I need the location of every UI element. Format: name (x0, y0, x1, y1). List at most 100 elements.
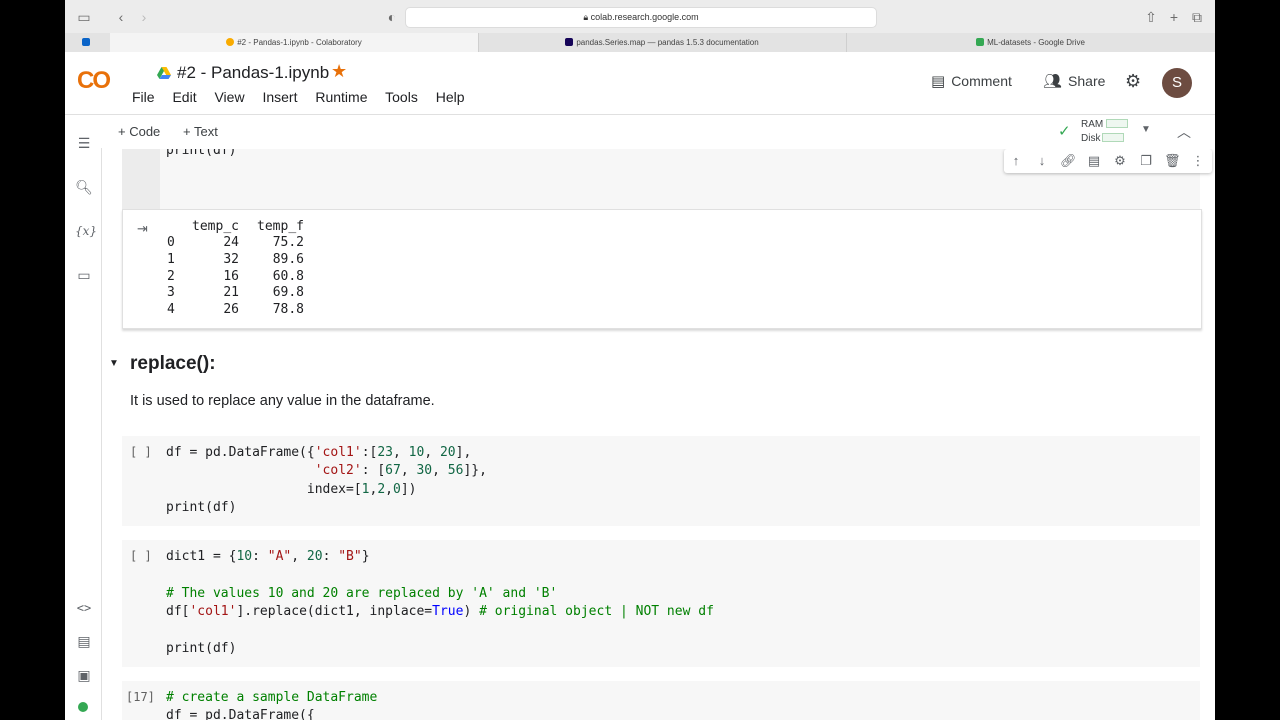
dataframe-output: temp_c temp_f 0 24 75.2 1 32 89.6 2 16 60.8 32… (167, 218, 304, 318)
code-line: # create a sample DataFrame (166, 690, 378, 705)
code-snippets-icon[interactable]: <> (75, 599, 93, 617)
search-icon[interactable]: 🔍︎ (75, 178, 93, 196)
forward-icon[interactable]: › (135, 8, 153, 26)
menu-view[interactable]: View (214, 89, 244, 105)
lock-icon: 🔒︎ (583, 12, 591, 22)
code-line: print(df) (166, 500, 237, 516)
notebook-title[interactable]: #2 - Pandas-1.ipynb (157, 63, 329, 83)
menu-tools[interactable]: Tools (385, 89, 418, 105)
cell-gutter (122, 149, 160, 209)
cell-toolbar: ↑ ↓ 🔗︎ ▤ ⚙ ❐ 🗑︎ ⋮ (1004, 149, 1212, 173)
code-cell[interactable]: [17] # create a sample DataFrame df = pd… (122, 681, 1200, 720)
code-line: # The values 10 and 20 are replaced by '… (166, 585, 558, 601)
table-row: 0 24 75.2 (167, 235, 304, 251)
move-up-icon[interactable]: ↑ (1008, 153, 1024, 169)
mirror-cell-icon[interactable]: ❐ (1138, 153, 1154, 169)
drive-favicon-icon (976, 38, 985, 46)
tab-title: pandas.Series.map — pandas 1.5.3 documen… (576, 38, 759, 47)
gear-icon[interactable]: ⚙ (1112, 153, 1128, 169)
table-row: 1 32 89.6 (167, 251, 304, 267)
colab-favicon-icon (226, 38, 235, 46)
resource-monitor[interactable]: RAM Disk (1081, 118, 1129, 146)
menu-help[interactable]: Help (436, 89, 465, 105)
code-line: df = pd.DataFrame({ (166, 708, 315, 720)
variables-icon[interactable]: {x} (75, 222, 97, 240)
menu-insert[interactable]: Insert (262, 89, 297, 105)
url-text: colab.research.google.com (590, 12, 699, 22)
execution-count[interactable]: [17] (126, 690, 155, 704)
cell-code[interactable]: print(df) (166, 149, 236, 160)
code-cell[interactable]: [ ] df = pd.DataFrame({'col1':[23, 10, 2… (122, 436, 1200, 526)
tab-google-drive[interactable]: ML-datasets - Google Drive (846, 33, 1215, 52)
menu-file[interactable]: File (132, 89, 155, 105)
code-cell[interactable]: print(df) ↑ ↓ 🔗︎ ▤ ⚙ ❐ 🗑︎ ⋮ (122, 149, 1212, 209)
share-button[interactable]: 👥︎ Share (1043, 72, 1105, 90)
section-heading: replace(): (130, 353, 216, 374)
screen: ▭ ‹ › ◐ 🔒︎ colab.research.google.com ⇧ +… (65, 0, 1215, 720)
column-header: temp_c (192, 218, 239, 234)
cell-code[interactable]: # create a sample DataFrame df = pd.Data… (166, 689, 377, 720)
back-icon[interactable]: ‹ (112, 8, 130, 26)
runtime-dropdown-icon[interactable]: ▼ (1141, 124, 1151, 135)
table-row: 2 16 60.8 (167, 268, 304, 284)
trash-icon[interactable]: 🗑︎ (1164, 153, 1181, 169)
code-line: df = pd.DataFrame({'col1':[23, 10, 20], (166, 445, 472, 460)
code-line: index=[1,2,0]) (166, 481, 417, 497)
menu-runtime[interactable]: Runtime (315, 89, 367, 105)
section-description: It is used to replace any value in the d… (130, 393, 435, 409)
address-bar[interactable]: 🔒︎ colab.research.google.com (405, 7, 877, 28)
output-clear-icon[interactable]: ⇥ (137, 221, 148, 237)
tab-pandas-docs[interactable]: pandas.Series.map — pandas 1.5.3 documen… (478, 33, 847, 52)
tab-strip: #2 - Pandas-1.ipynb - Colaboratory panda… (65, 33, 1215, 53)
code-cell[interactable]: [ ] dict1 = {10: "A", 20: "B"} # The val… (122, 540, 1200, 667)
table-of-contents-icon[interactable]: ☰ (75, 134, 93, 152)
run-cell-button[interactable]: [ ] (130, 549, 152, 563)
share-page-icon[interactable]: ⇧ (1142, 8, 1160, 26)
cell-code[interactable]: dict1 = {10: "A", 20: "B"} # The values … (166, 548, 714, 658)
sidebar-toggle-icon[interactable]: ▭ (75, 8, 93, 26)
privacy-shield-icon[interactable]: ◐ (383, 8, 401, 26)
code-line: dict1 = {10: "A", 20: "B"} (166, 549, 370, 564)
browser-toolbar: ▭ ‹ › ◐ 🔒︎ colab.research.google.com ⇧ +… (65, 0, 1215, 33)
drive-icon (157, 67, 171, 79)
more-vert-icon[interactable]: ⋮ (1190, 153, 1206, 169)
colab-header: CO #2 - Pandas-1.ipynb ★ File Edit View … (65, 52, 1215, 114)
left-sidebar: ☰ 🔍︎ {x} ▭ <> ▤ ▣ (65, 135, 102, 720)
pinned-tab-outlook[interactable] (65, 33, 111, 52)
cell-code[interactable]: df = pd.DataFrame({'col1':[23, 10, 20], … (166, 444, 487, 518)
cell-output: ⇥ temp_c temp_f 0 24 75.2 1 32 89.6 2 16 60.8 … (122, 209, 1202, 329)
connected-check-icon: ✓ (1058, 123, 1071, 140)
collapse-header-icon[interactable]: ︿ (1177, 122, 1191, 142)
menu-edit[interactable]: Edit (172, 89, 196, 105)
move-down-icon[interactable]: ↓ (1034, 153, 1050, 169)
new-tab-icon[interactable]: + (1165, 8, 1183, 26)
table-row: 3 21 69.8 (167, 285, 304, 301)
add-code-cell-button[interactable]: + Code (118, 124, 160, 139)
column-header (167, 218, 179, 235)
comment-button[interactable]: ▤ Comment (931, 72, 1012, 90)
notebook-content: print(df) ↑ ↓ 🔗︎ ▤ ⚙ ❐ 🗑︎ ⋮ ⇥ temp_c tem… (102, 149, 1215, 720)
menu-bar: File Edit View Insert Runtime Tools Help (132, 89, 479, 105)
code-line: print(df) (166, 641, 237, 657)
settings-gear-icon[interactable]: ⚙ (1125, 71, 1141, 92)
tab-colab[interactable]: #2 - Pandas-1.ipynb - Colaboratory (110, 33, 479, 52)
run-cell-button[interactable]: [ ] (130, 445, 152, 459)
people-icon: 👥︎ (1043, 73, 1063, 90)
outlook-icon (82, 38, 90, 46)
comment-icon: ▤ (931, 73, 946, 90)
ram-bar (1106, 119, 1129, 128)
tab-title: #2 - Pandas-1.ipynb - Colaboratory (237, 38, 362, 47)
avatar[interactable]: S (1162, 68, 1192, 98)
link-icon[interactable]: 🔗︎ (1060, 153, 1077, 169)
disk-bar (1102, 133, 1125, 142)
files-folder-icon[interactable]: ▭ (75, 266, 93, 284)
terminal-icon[interactable]: ▣ (75, 666, 93, 684)
star-icon[interactable]: ★ (331, 61, 347, 82)
command-palette-icon[interactable]: ▤ (75, 632, 93, 650)
colab-logo[interactable]: CO (77, 67, 111, 95)
tab-overview-icon[interactable]: ⧉ (1188, 8, 1206, 26)
collapse-section-icon[interactable]: ▼ (109, 358, 119, 369)
comment-icon[interactable]: ▤ (1086, 153, 1102, 169)
column-header: temp_f (257, 218, 304, 234)
add-text-cell-button[interactable]: + Text (183, 124, 218, 139)
